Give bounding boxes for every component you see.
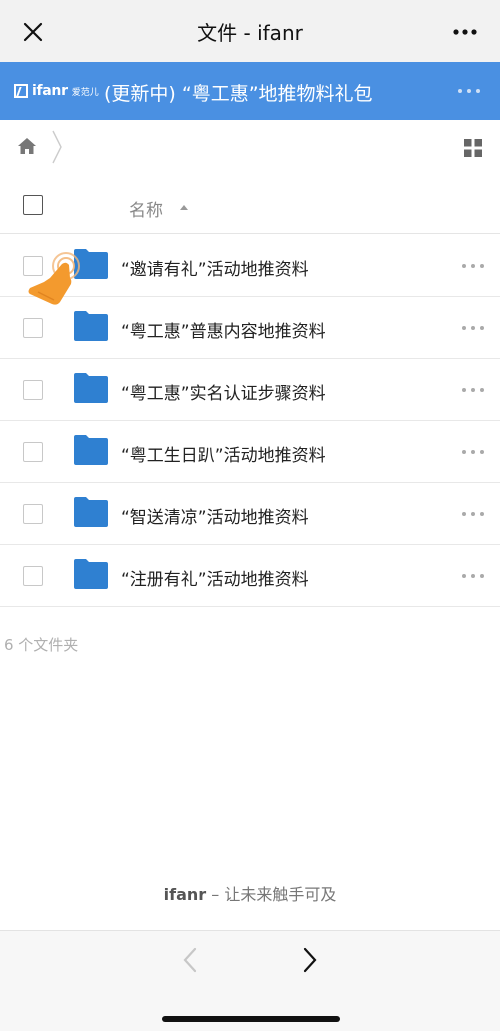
folder-name: “粤工惠”实名认证步骤资料 — [121, 384, 326, 404]
select-all-checkbox[interactable] — [23, 195, 43, 215]
slogan-text: – 让未来触手可及 — [206, 885, 337, 904]
breadcrumb — [0, 120, 500, 176]
list-header: 名称 — [0, 176, 500, 234]
close-button[interactable] — [18, 17, 48, 47]
row-more-button[interactable] — [462, 387, 484, 393]
row-more-button[interactable] — [462, 573, 484, 579]
name-column-header[interactable]: 名称 — [129, 196, 163, 221]
nav-bar: 文件 - ifanr — [0, 0, 500, 62]
folder-name: “粤工惠”普惠内容地推资料 — [121, 322, 326, 342]
page-title: 文件 - ifanr — [197, 20, 303, 45]
grid-view-icon[interactable] — [464, 139, 482, 157]
more-button[interactable] — [450, 20, 480, 44]
slogan: ifanr – 让未来触手可及 — [0, 881, 500, 905]
banner-more-button[interactable] — [458, 84, 480, 98]
folder-banner: ifanr 爱范儿 (更新中) “粤工惠”地推物料礼包 — [0, 62, 500, 120]
folder-name: “注册有礼”活动地推资料 — [121, 570, 309, 590]
list-item[interactable]: “注册有礼”活动地推资料 — [0, 545, 500, 607]
folder-name: “智送清凉”活动地推资料 — [121, 508, 309, 528]
dot-icon — [458, 89, 462, 93]
list-item[interactable]: “粤工生日趴”活动地推资料 — [0, 421, 500, 483]
folder-icon — [74, 373, 108, 403]
list-item[interactable]: “智送清凉”活动地推资料 — [0, 483, 500, 545]
folder-icon — [74, 559, 108, 589]
folder-count: 6 个文件夹 — [4, 636, 79, 654]
row-more-button[interactable] — [462, 325, 484, 331]
back-arrow-icon[interactable] — [180, 946, 200, 974]
sort-ascending-icon[interactable] — [180, 205, 188, 210]
dot-icon — [467, 89, 471, 93]
tap-hand-icon — [28, 252, 80, 305]
row-more-button[interactable] — [462, 511, 484, 517]
forward-arrow-icon[interactable] — [300, 946, 320, 974]
home-indicator[interactable] — [162, 1016, 340, 1022]
folder-icon — [74, 435, 108, 465]
row-checkbox[interactable] — [23, 566, 43, 586]
brand-cn: 爱范儿 — [71, 87, 99, 98]
folder-title: (更新中) “粤工惠”地推物料礼包 — [104, 83, 373, 105]
dot-icon — [476, 89, 480, 93]
close-icon — [23, 22, 43, 42]
row-more-button[interactable] — [462, 263, 484, 269]
folder-name: “邀请有礼”活动地推资料 — [121, 260, 309, 280]
folder-icon — [74, 497, 108, 527]
row-more-button[interactable] — [462, 449, 484, 455]
list-item[interactable]: “粤工惠”实名认证步骤资料 — [0, 359, 500, 421]
brand-mark-icon — [14, 84, 28, 98]
folder-name: “粤工生日趴”活动地推资料 — [121, 446, 326, 466]
row-checkbox[interactable] — [23, 504, 43, 524]
folder-icon — [74, 311, 108, 341]
home-icon[interactable] — [17, 137, 37, 155]
brand-logo: ifanr 爱范儿 — [14, 82, 99, 100]
row-checkbox[interactable] — [23, 442, 43, 462]
row-checkbox[interactable] — [23, 318, 43, 338]
brand-name: ifanr — [32, 83, 68, 99]
chevron-right-icon — [52, 130, 62, 164]
slogan-brand: ifanr — [163, 885, 207, 904]
row-checkbox[interactable] — [23, 380, 43, 400]
more-icon — [453, 29, 477, 35]
